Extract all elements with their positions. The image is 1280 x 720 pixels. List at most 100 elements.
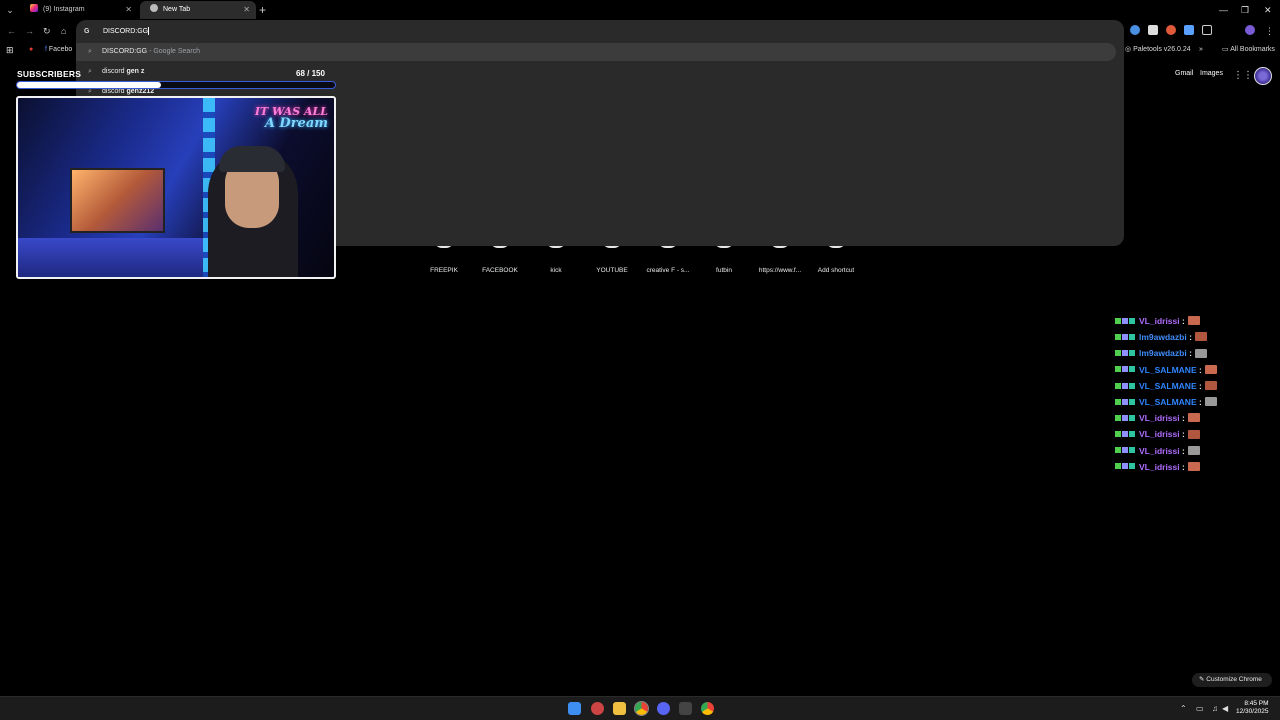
- tab-close-icon[interactable]: ✕: [125, 1, 132, 19]
- chat-username: VL_idrissi: [1139, 445, 1180, 456]
- subscriber-progress-fill: [17, 82, 162, 88]
- chat-message: VL_SALMANE :: [1115, 362, 1245, 378]
- apps-grid-icon[interactable]: ⊞: [6, 44, 14, 56]
- chat-badge-icon: [1115, 463, 1121, 470]
- chat-emote-icon: [1187, 413, 1200, 423]
- customize-chrome-button[interactable]: ✎ Customize Chrome: [1192, 673, 1272, 687]
- chat-badge-icon: [1115, 317, 1121, 324]
- gmail-link[interactable]: Gmail: [1175, 70, 1193, 77]
- webcam-streamer-cap: [219, 146, 285, 172]
- bookmark-paletools[interactable]: ◎ Paletools v26.0.24: [1125, 44, 1191, 56]
- chat-separator: :: [1196, 364, 1202, 375]
- chat-badge-icon: [1129, 350, 1135, 357]
- tab-close-icon[interactable]: ✕: [243, 1, 250, 19]
- all-bookmarks-button[interactable]: ▭ All Bookmarks: [1222, 44, 1275, 56]
- chat-message: VL_idrissi :: [1115, 313, 1245, 329]
- bookmark-facebook[interactable]: f Facebo: [45, 44, 72, 56]
- omnibox-suggestion[interactable]: ⌕ discord gen z: [76, 63, 1116, 81]
- chat-badge-icon: [1122, 447, 1128, 454]
- instagram-icon: [30, 4, 38, 13]
- google-apps-icon[interactable]: ⋮⋮⋮: [1233, 71, 1263, 81]
- bookmark-label: Paletools v26.0.24: [1133, 46, 1191, 53]
- chrome-icon[interactable]: [701, 702, 714, 715]
- tab-new-tab[interactable]: New Tab ✕: [140, 1, 256, 19]
- tab-instagram[interactable]: (9) Instagram ✕: [20, 1, 138, 19]
- menu-kebab-icon[interactable]: ⋮: [1265, 24, 1274, 38]
- tab-title: (9) Instagram: [43, 6, 85, 13]
- tab-search-chevron-icon[interactable]: ⌄: [3, 3, 17, 17]
- chat-separator: :: [1179, 445, 1185, 456]
- back-icon[interactable]: ←: [7, 24, 16, 38]
- pencil-icon: ✎: [1199, 676, 1205, 683]
- reload-icon[interactable]: ↻: [43, 24, 51, 38]
- suggestion-hint: - Google Search: [147, 48, 201, 55]
- subscriber-current: 68: [296, 69, 305, 78]
- chat-badge-icon: [1122, 414, 1128, 421]
- customize-label: Customize Chrome: [1206, 676, 1262, 683]
- chat-badge-icon: [1115, 431, 1121, 438]
- forward-icon[interactable]: →: [25, 24, 34, 38]
- chat-separator: :: [1196, 396, 1202, 407]
- chat-username: VL_SALMANE: [1139, 396, 1197, 407]
- shortcut-label: Add shortcut: [817, 267, 855, 274]
- chat-username: lm9awdazbi: [1139, 332, 1187, 343]
- chat-badge-icon: [1122, 398, 1128, 405]
- extension-icon[interactable]: [1130, 25, 1140, 35]
- address-bar-input[interactable]: G DISCORD:GG: [84, 25, 984, 39]
- chat-username: VL_SALMANE: [1139, 380, 1197, 391]
- chat-badge-icon: [1122, 350, 1128, 357]
- subscriber-progress-bar: [16, 81, 336, 89]
- extension-icon[interactable]: [1148, 25, 1158, 35]
- shortcut-label: FACEBOOK: [482, 267, 518, 274]
- maximize-button[interactable]: ❐: [1241, 2, 1249, 18]
- neon-sign-line: A Dream: [264, 116, 328, 131]
- new-tab-button[interactable]: +: [259, 2, 266, 18]
- chat-badge-icon: [1129, 398, 1135, 405]
- chat-badge-icon: [1122, 317, 1128, 324]
- chat-emote-icon: [1187, 445, 1200, 455]
- chat-badge-icon: [1129, 333, 1135, 340]
- profile-avatar[interactable]: [1254, 67, 1272, 85]
- images-link[interactable]: Images: [1200, 70, 1223, 77]
- profile-avatar-icon[interactable]: [1245, 25, 1255, 35]
- extensions-puzzle-icon[interactable]: [1202, 25, 1212, 35]
- neon-sign: IT WAS ALL A Dream: [255, 106, 328, 131]
- omnibox-suggestion[interactable]: ⌕ DISCORD:GG - Google Search: [76, 43, 1116, 61]
- chat-badge-icon: [1115, 414, 1121, 421]
- suggestion-text: discord: [102, 88, 127, 95]
- chat-badge-icon: [1122, 366, 1128, 373]
- tray-chevron-icon[interactable]: ⌃: [1180, 702, 1187, 715]
- bookmarks-overflow-icon[interactable]: »: [1199, 44, 1203, 56]
- app-icon[interactable]: [679, 702, 692, 715]
- volume-icon[interactable]: ◀: [1222, 702, 1228, 715]
- shortcut-label: futbin: [716, 267, 732, 274]
- chat-badge-icon: [1129, 366, 1135, 373]
- chat-message: VL_idrissi :: [1115, 410, 1245, 426]
- shortcut-label: kick: [550, 267, 562, 274]
- chat-badge-icon: [1115, 398, 1121, 405]
- file-explorer-icon[interactable]: [613, 702, 626, 715]
- folder-icon: ▭: [1222, 46, 1229, 53]
- close-window-button[interactable]: ✕: [1264, 2, 1272, 18]
- microphone-icon[interactable]: ♫: [1212, 702, 1218, 715]
- system-clock[interactable]: 8:45 PM 12/30/2025: [1236, 700, 1269, 716]
- windows-start-icon[interactable]: [568, 702, 581, 715]
- clock-date: 12/30/2025: [1236, 708, 1269, 715]
- chat-username: VL_idrissi: [1139, 413, 1180, 424]
- chat-badge-icon: [1122, 463, 1128, 470]
- subscriber-goal: / 150: [307, 69, 325, 78]
- app-icon[interactable]: [591, 702, 604, 715]
- youtube-bookmark-icon[interactable]: ●: [29, 44, 33, 56]
- discord-icon[interactable]: [657, 702, 670, 715]
- home-icon[interactable]: ⌂: [61, 24, 66, 38]
- chrome-icon[interactable]: [634, 701, 649, 716]
- chat-separator: :: [1196, 380, 1202, 391]
- minimize-button[interactable]: —: [1219, 2, 1228, 18]
- chat-emote-icon: [1204, 364, 1217, 374]
- extension-icon[interactable]: [1184, 25, 1194, 35]
- facebook-icon: f: [45, 46, 47, 53]
- network-icon[interactable]: ▭: [1196, 702, 1204, 715]
- tab-title: New Tab: [163, 6, 191, 13]
- extension-icon[interactable]: [1166, 25, 1176, 35]
- chat-message: lm9awdazbi :: [1115, 329, 1245, 345]
